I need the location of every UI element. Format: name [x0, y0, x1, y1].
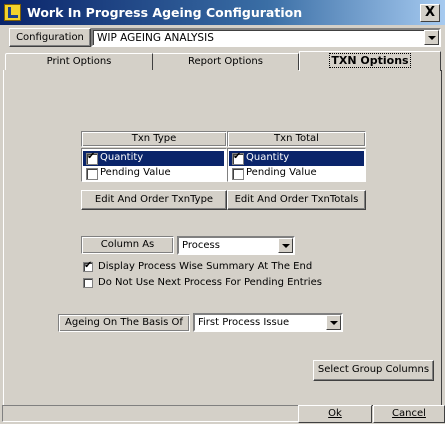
tab-txn-options[interactable]: TXN Options [299, 51, 441, 71]
ok-label: Ok [328, 408, 342, 419]
txn-total-list[interactable]: Quantity Pending Value [227, 148, 366, 182]
title-bar[interactable]: Work In Progress Ageing Configuration X [0, 0, 445, 25]
txn-type-pending-value-label: Pending Value [100, 167, 171, 178]
txn-type-quantity-label: Quantity [100, 152, 144, 163]
edit-order-txntype-button[interactable]: Edit And Order TxnType [81, 190, 227, 210]
close-button[interactable]: X [420, 4, 440, 22]
cancel-label: Cancel [392, 408, 426, 419]
ageing-basis-dropdown-button[interactable] [326, 315, 341, 330]
configuration-label: Configuration [9, 28, 91, 47]
txn-type-item-quantity[interactable]: Quantity [83, 151, 224, 166]
no-next-process-checkbox[interactable] [83, 278, 93, 288]
txn-total-item-quantity[interactable]: Quantity [229, 151, 364, 166]
column-as-dropdown-button[interactable] [278, 238, 293, 253]
ok-button[interactable]: Ok [298, 405, 372, 423]
txn-total-pending-value-checkbox[interactable] [232, 168, 244, 180]
txn-type-item-pending-value[interactable]: Pending Value [83, 166, 224, 181]
tab-txn-options-label: TXN Options [329, 53, 411, 68]
column-as-value: Process [182, 240, 220, 251]
ageing-basis-value: First Process Issue [198, 317, 290, 328]
txn-total-quantity-label: Quantity [246, 152, 290, 163]
select-group-columns-button[interactable]: Select Group Columns [313, 360, 434, 381]
txn-total-pending-value-label: Pending Value [246, 167, 317, 178]
app-icon [4, 4, 21, 21]
txn-type-pending-value-checkbox[interactable] [86, 168, 98, 180]
tab-print-options[interactable]: Print Options [5, 53, 153, 70]
ageing-basis-label: Ageing On The Basis Of [58, 314, 190, 332]
txn-total-item-pending-value[interactable]: Pending Value [229, 166, 364, 181]
cancel-button[interactable]: Cancel [373, 405, 445, 423]
window-title: Work In Progress Ageing Configuration [27, 5, 303, 20]
configuration-select[interactable]: WIP AGEING ANALYSIS [91, 28, 441, 47]
column-as-select[interactable]: Process [177, 236, 295, 255]
chevron-down-icon [425, 31, 426, 32]
txn-type-quantity-checkbox[interactable] [86, 151, 98, 165]
tab-report-options[interactable]: Report Options [153, 53, 299, 70]
close-icon: X [424, 5, 436, 20]
column-as-label: Column As [81, 236, 174, 254]
txn-total-quantity-checkbox[interactable] [232, 151, 244, 165]
edit-order-txntotals-button[interactable]: Edit And Order TxnTotals [227, 190, 366, 210]
txn-type-header: Txn Type [81, 131, 227, 147]
status-pane [2, 405, 314, 422]
ageing-basis-select[interactable]: First Process Issue [193, 313, 343, 332]
no-next-process-label[interactable]: Do Not Use Next Process For Pending Entr… [98, 277, 322, 288]
display-summary-checkbox[interactable] [83, 260, 93, 272]
txn-total-header: Txn Total [227, 131, 366, 147]
configuration-dropdown-button[interactable] [424, 30, 439, 45]
display-summary-label[interactable]: Display Process Wise Summary At The End [98, 261, 312, 272]
chevron-down-icon [279, 239, 280, 240]
configuration-value: WIP AGEING ANALYSIS [97, 32, 214, 44]
txn-type-list[interactable]: Quantity Pending Value [81, 148, 227, 182]
chevron-down-icon [327, 316, 328, 317]
